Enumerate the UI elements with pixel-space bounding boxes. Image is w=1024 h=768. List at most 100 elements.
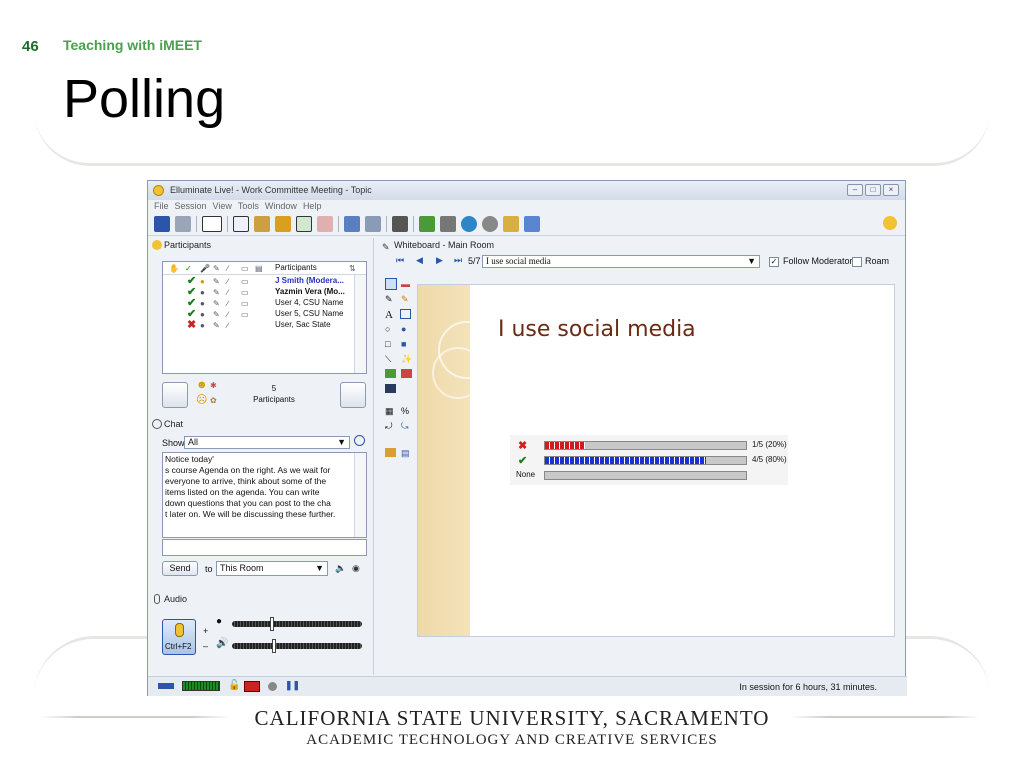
maximize-button[interactable]: □ [865, 184, 881, 196]
connection-icon [158, 683, 174, 689]
chat-line: down questions that you can post to the … [165, 498, 331, 508]
participants-scrollbar[interactable] [354, 275, 366, 373]
pen-tool-icon[interactable]: ✎ [385, 294, 393, 305]
chat-filter-select[interactable]: All ▼ [184, 436, 350, 449]
microphone-icon [154, 594, 160, 604]
pause-icon[interactable]: ❚❚ [285, 680, 300, 691]
eye-icon[interactable]: ◉ [352, 563, 360, 574]
filled-rectangle-tool-icon[interactable]: ■ [401, 339, 406, 349]
poll-yes-icon[interactable] [296, 215, 312, 232]
clock-icon[interactable] [354, 435, 365, 446]
emoticon-smile-icon[interactable]: ☻ [196, 380, 208, 391]
chat-scrollbar[interactable] [354, 453, 366, 537]
whiteboard-navigation: ⏮ ◀ ▶ ⏭ 5/7 I use social media ▼ ✓ Follo… [378, 254, 907, 270]
minimize-button[interactable]: – [847, 184, 863, 196]
whiteboard-icon[interactable] [344, 215, 360, 232]
save-icon[interactable] [154, 215, 170, 232]
record-status-icon[interactable] [268, 682, 277, 691]
redo-icon[interactable]: ⤿ [401, 421, 409, 432]
screen-capture-tool-icon[interactable] [385, 384, 396, 393]
layout-icon[interactable] [202, 215, 222, 232]
chevron-down-icon: ▼ [315, 563, 324, 573]
text-box-tool-icon[interactable] [400, 309, 411, 319]
video-column-icon: ▤ [255, 264, 263, 273]
web-tour-icon[interactable] [461, 215, 477, 232]
line-tool-icon[interactable]: ⟍ [385, 354, 391, 365]
filled-circle-tool-icon[interactable]: ● [401, 324, 406, 334]
microphone-permission-icon: ● [200, 310, 205, 319]
notes-icon[interactable] [392, 215, 408, 232]
emoticon-speak-icon[interactable]: ✿ [210, 395, 217, 406]
next-page-icon[interactable]: ▶ [436, 255, 443, 266]
talk-button[interactable]: Ctrl+F2 [162, 619, 196, 655]
chevron-down-icon: ▼ [747, 256, 756, 266]
exit-room-button[interactable] [340, 382, 366, 408]
plus-icon: + [203, 626, 209, 636]
emoticon-applause-icon[interactable]: ✱ [210, 380, 217, 391]
rectangle-tool-icon[interactable]: □ [385, 339, 390, 349]
send-button[interactable]: Send [162, 561, 198, 576]
circle-tool-icon[interactable]: ○ [385, 324, 390, 334]
add-user-icon[interactable] [524, 215, 540, 232]
follow-moderator-checkbox[interactable]: ✓ [769, 257, 779, 267]
record-icon[interactable] [244, 681, 260, 692]
menu-view[interactable]: View [213, 200, 232, 212]
toolbar-separator [413, 215, 414, 232]
app-share-icon[interactable] [365, 215, 381, 232]
poll-no-icon[interactable] [317, 215, 333, 232]
menu-session[interactable]: Session [175, 200, 207, 212]
clipart-tool-icon[interactable] [401, 369, 412, 378]
raise-hand-button[interactable] [162, 382, 188, 408]
app-share-permission-icon: ▭ [241, 288, 249, 297]
eraser-tool-icon[interactable]: ▬ [401, 279, 410, 289]
sort-icon[interactable]: ⇅ [349, 263, 356, 274]
poll-options-icon[interactable] [275, 215, 291, 232]
close-button[interactable]: × [883, 184, 899, 196]
page-select[interactable]: I use social media ▼ [482, 255, 760, 268]
whiteboard-canvas[interactable]: I use social media ✖ 1/5 (20%) ✔ 4/5 (80… [417, 284, 895, 637]
file-transfer-icon[interactable] [419, 215, 435, 232]
chat-transcript[interactable]: Notice today' s course Agenda on the rig… [162, 452, 367, 538]
elluminate-window: Elluminate Live! - Work Committee Meetin… [147, 180, 907, 696]
chat-input[interactable] [162, 539, 367, 556]
speaker-slider-knob[interactable] [272, 639, 276, 653]
menu-tools[interactable]: Tools [238, 200, 259, 212]
text-tool-icon[interactable]: A [385, 309, 393, 321]
menu-file[interactable]: File [154, 200, 169, 212]
speaker-volume-slider[interactable] [232, 643, 362, 649]
last-page-icon[interactable]: ⏭ [454, 255, 462, 266]
camera-icon[interactable] [440, 215, 456, 232]
previous-page-icon[interactable]: ◀ [416, 255, 423, 266]
zoom-icon[interactable]: % [401, 406, 409, 416]
menu-help[interactable]: Help [303, 200, 322, 212]
chat-column-icon: ✎ [213, 264, 220, 273]
participant-info-icon[interactable] [254, 215, 270, 232]
participant-name: User 5, CSU Name [275, 309, 344, 318]
lock-icon: 🔓 [228, 680, 241, 691]
microphone-volume-slider[interactable] [232, 621, 362, 627]
undo-icon[interactable]: ⤾ [385, 421, 393, 432]
menu-window[interactable]: Window [265, 200, 297, 212]
participant-row[interactable]: ✖ ● ✎ ∕ User, Sac State [163, 320, 353, 331]
main-toolbar [148, 212, 905, 236]
first-page-icon[interactable]: ⏮ [396, 255, 404, 266]
print-icon[interactable] [175, 215, 191, 232]
image-tool-icon[interactable] [385, 369, 396, 378]
roam-checkbox[interactable] [852, 257, 862, 267]
microphone-slider-knob[interactable] [270, 617, 274, 631]
recipient-select[interactable]: This Room ▼ [216, 561, 328, 576]
clear-screen-icon[interactable]: ▦ [385, 406, 394, 417]
emoticon-confused-icon[interactable]: ☹ [196, 395, 207, 406]
microphone-volume-icon: ● [216, 616, 223, 627]
timer-icon[interactable] [482, 215, 498, 232]
whiteboard-permission-icon: ∕ [227, 277, 229, 286]
participants-actions: ☻ ✱ ☹ ✿ 5 Participants [162, 378, 367, 416]
list-icon[interactable] [233, 215, 249, 232]
folder-icon[interactable] [385, 448, 396, 457]
quiz-icon[interactable] [503, 215, 519, 232]
select-tool-icon[interactable] [385, 278, 397, 290]
export-icon[interactable]: ▤ [401, 448, 410, 459]
magic-wand-tool-icon[interactable]: ✨ [401, 354, 412, 365]
highlighter-tool-icon[interactable]: ✎ [401, 294, 409, 305]
speaker-icon[interactable]: 🔈 [335, 563, 346, 574]
